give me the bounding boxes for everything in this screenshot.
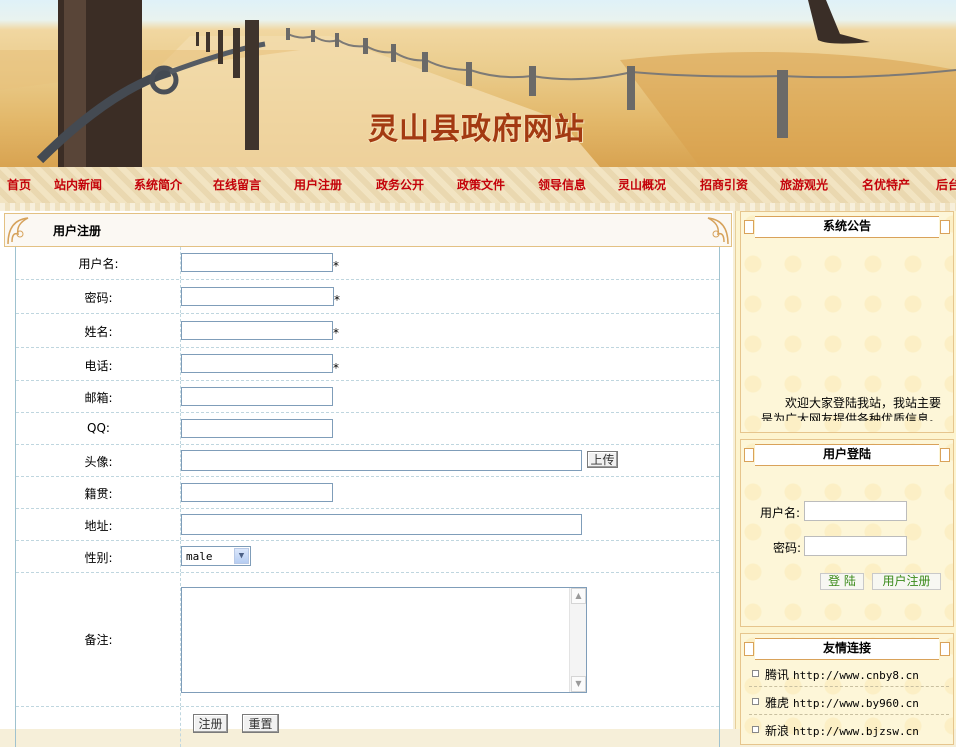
scroll-down-icon[interactable]: ▼	[571, 676, 586, 692]
bullet-icon	[752, 698, 759, 705]
gender-select[interactable]: male ▼	[181, 546, 251, 566]
address-label: 地址:	[84, 519, 113, 533]
form-row-hometown: 籍贯:	[16, 477, 719, 509]
password-input[interactable]	[181, 287, 334, 306]
link-url: http://www.by960.cn	[793, 697, 919, 710]
username-label: 用户名:	[78, 257, 119, 271]
nav-online-message[interactable]: 在线留言	[213, 176, 261, 193]
form-row-username: 用户名: *	[16, 247, 719, 280]
notice-panel: 系统公告 欢迎大家登陆我站，我站主要是为广大网友提供各种优质信息。	[740, 211, 954, 433]
link-url: http://www.cnby8.cn	[793, 669, 919, 682]
avatar-label: 头像:	[84, 455, 113, 469]
form-row-avatar: 头像: 上传	[16, 445, 719, 477]
qq-input[interactable]	[181, 419, 333, 438]
bullet-icon	[752, 726, 759, 733]
links-title: 友情连接	[744, 638, 950, 660]
form-row-address: 地址:	[16, 509, 719, 541]
login-panel: 用户登陆 用户名: 密码: 登 陆 用户注册	[740, 439, 954, 627]
corner-ornament-icon	[7, 217, 29, 245]
nav-investment[interactable]: 招商引资	[700, 176, 748, 193]
login-title: 用户登陆	[744, 444, 950, 466]
email-input[interactable]	[181, 387, 333, 406]
main-content: 用户注册 用户名: * 密码: * 姓名: * 电话: * 邮箱: QQ: 头像…	[0, 211, 733, 747]
bullet-icon	[752, 670, 759, 677]
qq-label: QQ:	[87, 421, 110, 435]
name-input[interactable]	[181, 321, 333, 340]
form-row-email: 邮箱:	[16, 381, 719, 413]
login-password-label: 密码:	[773, 541, 802, 555]
password-label: 密码:	[84, 291, 113, 305]
login-username-label: 用户名:	[760, 506, 801, 520]
main-nav: 首页 站内新闻 系统简介 在线留言 用户注册 政务公开 政策文件 领导信息 灵山…	[0, 167, 956, 204]
avatar-input[interactable]	[181, 450, 582, 471]
remark-textarea[interactable]: ▲ ▼	[181, 587, 587, 693]
right-sidebar: 系统公告 欢迎大家登陆我站，我站主要是为广大网友提供各种优质信息。 用户登陆 用…	[735, 211, 956, 745]
nav-home[interactable]: 首页	[7, 176, 31, 193]
nav-site-news[interactable]: 站内新闻	[54, 176, 102, 193]
corner-ornament-icon	[707, 217, 729, 245]
hometown-label: 籍贯:	[84, 487, 113, 501]
login-password-input[interactable]	[804, 536, 907, 556]
nav-policy-documents[interactable]: 政策文件	[457, 176, 505, 193]
form-row-remark: 备注: ▲ ▼	[16, 573, 719, 707]
login-username-input[interactable]	[804, 501, 907, 521]
submit-button[interactable]: 注册	[193, 714, 228, 733]
nav-leader-info[interactable]: 领导信息	[538, 176, 586, 193]
friend-links-panel: 友情连接 腾讯 http://www.cnby8.cn 雅虎 http://www.…	[740, 633, 954, 745]
register-form: 用户名: * 密码: * 姓名: * 电话: * 邮箱: QQ: 头像: 上传 …	[15, 247, 720, 747]
form-row-password: 密码: *	[16, 280, 719, 314]
remark-scrollbar[interactable]: ▲ ▼	[569, 588, 586, 692]
nav-county-overview[interactable]: 灵山概况	[618, 176, 666, 193]
friend-link[interactable]: 腾讯 http://www.cnby8.cn	[752, 666, 919, 683]
phone-input[interactable]	[181, 354, 333, 373]
nav-specialties[interactable]: 名优特产	[862, 176, 910, 193]
scroll-up-icon[interactable]: ▲	[571, 588, 586, 604]
gender-label: 性别:	[84, 551, 113, 565]
address-input[interactable]	[181, 514, 582, 535]
email-label: 邮箱:	[84, 391, 113, 405]
section-title: 用户注册	[53, 224, 102, 238]
link-name: 雅虎	[765, 696, 790, 710]
friend-link[interactable]: 雅虎 http://www.by960.cn	[752, 694, 919, 711]
name-label: 姓名:	[84, 325, 113, 339]
nav-divider-strip	[0, 203, 956, 211]
section-header: 用户注册	[4, 213, 732, 247]
remark-label: 备注:	[84, 633, 113, 647]
form-row-phone: 电话: *	[16, 348, 719, 381]
nav-admin[interactable]: 后台	[936, 176, 956, 193]
nav-user-register[interactable]: 用户注册	[294, 176, 342, 193]
form-row-gender: 性别: male ▼	[16, 541, 719, 573]
username-input[interactable]	[181, 253, 333, 272]
phone-label: 电话:	[84, 359, 113, 373]
required-mark: *	[333, 259, 339, 273]
nav-system-intro[interactable]: 系统简介	[134, 176, 182, 193]
site-banner: 灵山县政府网站	[0, 0, 956, 167]
form-row-qq: QQ:	[16, 413, 719, 445]
reset-button[interactable]: 重置	[242, 714, 279, 733]
required-mark: *	[333, 326, 339, 340]
form-row-actions: 注册 重置	[16, 707, 719, 747]
required-mark: *	[334, 293, 340, 307]
nav-tourism[interactable]: 旅游观光	[780, 176, 828, 193]
gender-selected-value: male	[186, 550, 213, 563]
friend-link[interactable]: 新浪 http://www.bjzsw.cn	[752, 722, 919, 739]
link-url: http://www.bjzsw.cn	[793, 725, 919, 738]
link-name: 腾讯	[765, 668, 790, 682]
notice-title: 系统公告	[744, 216, 950, 238]
link-name: 新浪	[765, 724, 790, 738]
site-title: 灵山县政府网站	[368, 112, 585, 147]
chevron-down-icon[interactable]: ▼	[234, 548, 249, 564]
sidebar-register-button[interactable]: 用户注册	[872, 573, 941, 590]
hometown-input[interactable]	[181, 483, 333, 502]
form-row-name: 姓名: *	[16, 314, 719, 348]
notice-text: 欢迎大家登陆我站，我站主要是为广大网友提供各种优质信息。	[761, 396, 942, 421]
login-button[interactable]: 登 陆	[820, 573, 864, 590]
upload-button[interactable]: 上传	[587, 451, 618, 468]
required-mark: *	[333, 361, 339, 375]
nav-government-affairs[interactable]: 政务公开	[376, 176, 424, 193]
